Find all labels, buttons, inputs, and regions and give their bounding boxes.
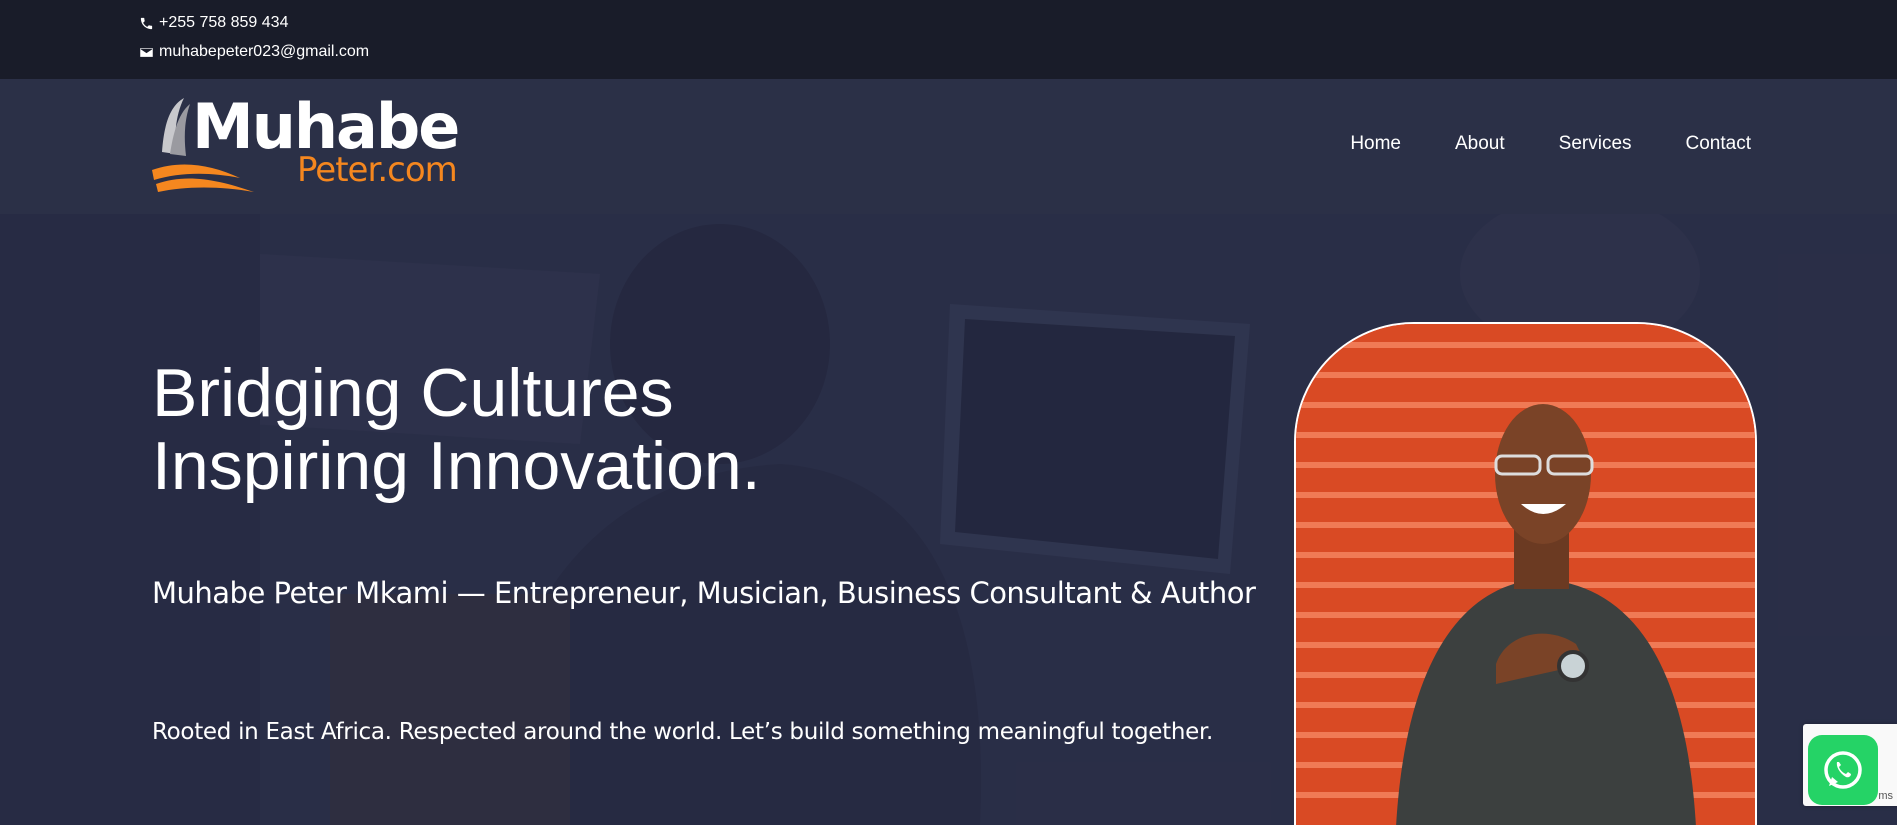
portrait-illustration [1296,324,1755,825]
phone-number: +255 758 859 434 [159,14,289,31]
recaptcha-text: ms [1878,790,1893,802]
hero-tagline: Rooted in East Africa. Respected around … [152,719,1213,745]
site-logo[interactable]: Muhabe Peter.com [150,92,470,199]
envelope-icon [140,47,153,57]
hero-subtitle: Muhabe Peter Mkami — Entrepreneur, Music… [152,576,1256,610]
whatsapp-icon [1824,751,1862,789]
phone-icon [140,17,153,29]
whatsapp-button[interactable] [1808,735,1878,805]
portrait-photo [1294,322,1757,825]
nav-contact[interactable]: Contact [1686,133,1751,155]
email-address: muhabepeter023@gmail.com [159,43,370,60]
hero-headline-line1: Bridging Cultures [152,355,674,431]
hero-headline-line2: Inspiring Innovation. [152,428,761,504]
nav-home[interactable]: Home [1350,133,1401,155]
top-contact-bar: +255 758 859 434 muhabepeter023@gmail.co… [0,0,1897,79]
email-contact[interactable]: muhabepeter023@gmail.com [139,43,369,61]
nav-services[interactable]: Services [1559,133,1632,155]
hero-headline: Bridging Cultures Inspiring Innovation. [152,357,761,503]
logo-text-secondary: Peter.com [297,150,458,190]
main-nav: Home About Services Contact [1350,133,1751,155]
phone-contact[interactable]: +255 758 859 434 [139,14,288,32]
nav-about[interactable]: About [1455,133,1505,155]
